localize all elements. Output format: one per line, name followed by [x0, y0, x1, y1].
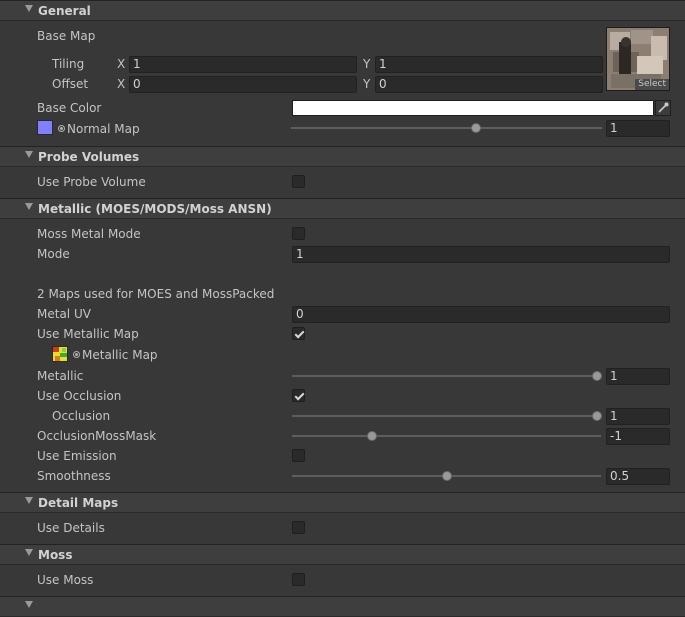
occlusion-slider-track[interactable]	[292, 415, 601, 417]
normal-map-slider-handle[interactable]	[471, 123, 481, 133]
metallic-map-thumbnail-icon	[53, 347, 67, 361]
base-color-field[interactable]	[292, 100, 654, 116]
occlusion-moss-mask-label: OcclusionMossMask	[37, 429, 157, 443]
normal-map-texture-slot[interactable]	[37, 120, 53, 135]
maps-info-text: 2 Maps used for MOES and MossPacked	[37, 287, 275, 301]
tiling-y-label: Y	[363, 57, 371, 71]
foldout-arrow-icon[interactable]	[25, 5, 33, 12]
use-moss-checkbox[interactable]	[292, 573, 305, 586]
foldout-arrow-icon[interactable]	[25, 549, 33, 556]
mode-field[interactable]: 1	[292, 246, 670, 263]
metallic-label: Metallic	[37, 369, 84, 383]
smoothness-label: Smoothness	[37, 469, 111, 483]
occlusion-moss-mask-value-field[interactable]: -1	[606, 428, 670, 445]
metallic-slider-handle[interactable]	[592, 371, 602, 381]
occlusion-moss-mask-slider-handle[interactable]	[367, 431, 377, 441]
object-picker-icon[interactable]	[73, 351, 80, 358]
section-header-moss[interactable]: Moss	[0, 544, 685, 565]
normal-map-slider-track[interactable]	[291, 127, 602, 129]
smoothness-value-field[interactable]: 0.5	[606, 468, 670, 485]
section-title: Detail Maps	[38, 496, 119, 510]
occlusion-label: Occlusion	[52, 409, 111, 423]
use-details-checkbox[interactable]	[292, 521, 305, 534]
base-map-label: Base Map	[37, 29, 96, 43]
use-occlusion-label: Use Occlusion	[37, 389, 122, 403]
section-header-general[interactable]: General	[0, 0, 685, 21]
offset-label: Offset	[52, 77, 89, 91]
use-details-label: Use Details	[37, 521, 105, 535]
offset-y-label: Y	[363, 77, 371, 91]
moss-metal-mode-label: Moss Metal Mode	[37, 227, 141, 241]
mode-label: Mode	[37, 247, 70, 261]
moss-metal-mode-checkbox[interactable]	[292, 227, 305, 240]
use-emission-label: Use Emission	[37, 449, 117, 463]
metallic-slider-track[interactable]	[292, 375, 601, 377]
foldout-arrow-icon[interactable]	[25, 601, 33, 608]
section-header-metallic[interactable]: Metallic (MOES/MODS/Moss ANSN)	[0, 198, 685, 219]
object-picker-icon[interactable]	[58, 125, 65, 132]
normal-map-label: Normal Map	[67, 122, 140, 136]
select-button[interactable]: Select	[635, 79, 669, 90]
section-title: Moss	[38, 548, 73, 562]
tiling-y-field[interactable]: 1	[375, 56, 603, 73]
metallic-value-field[interactable]: 1	[606, 368, 670, 385]
occlusion-slider-handle[interactable]	[592, 411, 602, 421]
metallic-map-texture-slot[interactable]	[52, 346, 68, 362]
offset-x-field[interactable]: 0	[129, 76, 357, 93]
normal-map-value-field[interactable]: 1	[606, 120, 670, 137]
section-header-probe-volumes[interactable]: Probe Volumes	[0, 146, 685, 167]
smoothness-slider-handle[interactable]	[442, 471, 452, 481]
base-map-texture-slot[interactable]: Select	[606, 27, 670, 91]
use-metallic-map-checkbox[interactable]	[292, 327, 305, 340]
occlusion-moss-mask-slider-track[interactable]	[292, 435, 601, 437]
section-title: General	[38, 4, 91, 18]
eyedropper-button[interactable]	[655, 100, 671, 116]
section-header-next[interactable]	[0, 596, 685, 617]
section-title: Probe Volumes	[38, 150, 140, 164]
foldout-arrow-icon[interactable]	[25, 203, 33, 210]
tiling-x-field[interactable]: 1	[129, 56, 357, 73]
section-title: Metallic (MOES/MODS/Moss ANSN)	[38, 202, 272, 216]
occlusion-value-field[interactable]: 1	[606, 408, 670, 425]
section-header-detail-maps[interactable]: Detail Maps	[0, 492, 685, 513]
use-moss-label: Use Moss	[37, 573, 94, 587]
metallic-map-label: Metallic Map	[82, 348, 158, 362]
tiling-label: Tiling	[52, 57, 85, 71]
use-occlusion-checkbox[interactable]	[292, 389, 305, 402]
tiling-x-label: X	[117, 57, 126, 71]
metal-uv-label: Metal UV	[37, 307, 91, 321]
use-probe-volume-label: Use Probe Volume	[37, 175, 146, 189]
use-metallic-map-label: Use Metallic Map	[37, 327, 139, 341]
use-probe-volume-checkbox[interactable]	[292, 175, 305, 188]
base-color-label: Base Color	[37, 101, 102, 115]
offset-y-field[interactable]: 0	[375, 76, 603, 93]
eyedropper-icon	[658, 102, 669, 113]
use-emission-checkbox[interactable]	[292, 449, 305, 462]
offset-x-label: X	[117, 77, 126, 91]
foldout-arrow-icon[interactable]	[25, 497, 33, 504]
metal-uv-field[interactable]: 0	[292, 306, 670, 323]
foldout-arrow-icon[interactable]	[25, 151, 33, 158]
